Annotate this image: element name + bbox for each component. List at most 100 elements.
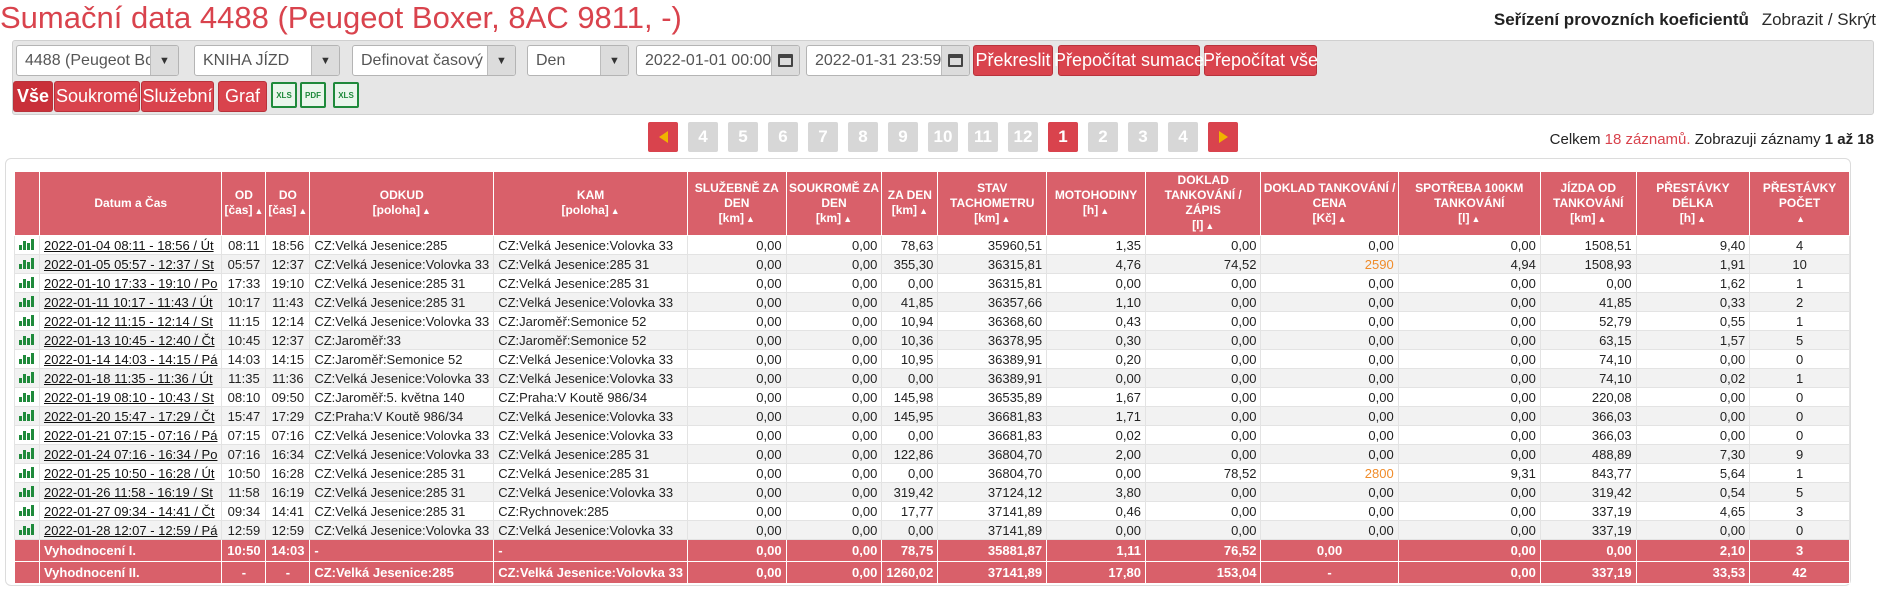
sort-icon[interactable]: ▲ <box>1205 221 1214 231</box>
sort-icon[interactable]: ▲ <box>1471 214 1480 224</box>
date-link[interactable]: 2022-01-05 05:57 - 12:37 / St <box>38 254 223 274</box>
sort-icon[interactable]: ▲ <box>1001 214 1010 224</box>
date-link[interactable]: 2022-01-25 10:50 - 16:28 / Út <box>38 463 223 483</box>
tab-business[interactable]: Služební <box>141 81 214 112</box>
sort-icon[interactable]: ▲ <box>298 206 307 216</box>
chart-icon[interactable] <box>14 406 40 426</box>
date-link[interactable]: 2022-01-20 15:47 - 17:29 / Čt <box>38 406 223 426</box>
date-from-input[interactable]: 2022-01-01 00:00:00 <box>636 45 800 76</box>
page-button[interactable]: 5 <box>728 122 758 152</box>
column-header[interactable]: MOTOHODINY [h] ▲ <box>1046 171 1146 236</box>
chart-icon[interactable] <box>14 387 40 407</box>
chart-icon[interactable] <box>14 330 40 350</box>
sort-icon[interactable]: ▲ <box>746 214 755 224</box>
date-link[interactable]: 2022-01-18 11:35 - 11:36 / Út <box>38 368 223 388</box>
sort-icon[interactable]: ▲ <box>1697 214 1706 224</box>
calendar-icon[interactable] <box>941 46 969 75</box>
book-select[interactable]: KNIHA JÍZD ▼ <box>194 45 340 76</box>
xls-export-icon[interactable]: XLS <box>333 82 359 108</box>
chart-icon[interactable] <box>14 311 40 331</box>
page-button[interactable]: 7 <box>808 122 838 152</box>
coefficients-toggle-link[interactable]: Zobrazit / Skrýt <box>1762 10 1876 29</box>
chart-icon[interactable] <box>14 292 40 312</box>
table-cell: 1,57 <box>1635 330 1751 350</box>
date-to-input[interactable]: 2022-01-31 23:59:59 <box>806 45 970 76</box>
date-link[interactable]: 2022-01-04 08:11 - 18:56 / Út <box>38 235 223 255</box>
sort-icon[interactable]: ▲ <box>1796 214 1805 224</box>
column-header[interactable]: KAM [poloha] ▲ <box>493 171 688 236</box>
excel-export-icon[interactable]: XLS <box>271 82 297 108</box>
chart-icon[interactable] <box>14 273 40 293</box>
column-header[interactable]: ZA DEN [km] ▲ <box>881 171 939 236</box>
column-header[interactable]: PŘESTÁVKY DÉLKA [h] ▲ <box>1635 171 1751 236</box>
bar-chart-icon-bar <box>31 523 34 535</box>
date-link[interactable]: 2022-01-11 10:17 - 11:43 / Út <box>38 292 223 312</box>
recalc-all-button[interactable]: Přepočítat vše <box>1203 45 1318 76</box>
chart-icon[interactable] <box>14 235 40 255</box>
tab-all[interactable]: Vše <box>13 81 53 112</box>
sort-icon[interactable]: ▲ <box>1338 214 1347 224</box>
current-page-button[interactable]: 1 <box>1048 122 1078 152</box>
page-button[interactable]: 2 <box>1088 122 1118 152</box>
chart-icon[interactable] <box>14 444 40 464</box>
date-link[interactable]: 2022-01-12 11:15 - 12:14 / St <box>38 311 223 331</box>
column-header[interactable]: DOKLAD TANKOVÁNÍ / ZÁPIS [l] ▲ <box>1144 171 1262 236</box>
column-header[interactable]: SPOTŘEBA 100KM TANKOVÁNÍ [l] ▲ <box>1397 171 1541 236</box>
sort-icon[interactable]: ▲ <box>1597 214 1606 224</box>
tab-graph[interactable]: Graf <box>218 81 267 112</box>
sort-icon[interactable]: ▲ <box>611 206 620 216</box>
column-header[interactable]: Datum a Čas <box>38 171 223 236</box>
chart-icon[interactable] <box>14 425 40 445</box>
page-button[interactable]: 4 <box>688 122 718 152</box>
page-button[interactable]: 6 <box>768 122 798 152</box>
date-link[interactable]: 2022-01-19 08:10 - 10:43 / St <box>38 387 223 407</box>
page-button[interactable]: 12 <box>1008 122 1038 152</box>
column-header[interactable]: ODKUD [poloha] ▲ <box>309 171 495 236</box>
sort-icon[interactable]: ▲ <box>254 206 263 216</box>
granularity-select[interactable]: Den ▼ <box>527 45 629 76</box>
page-button[interactable]: 10 <box>928 122 958 152</box>
sort-icon[interactable]: ▲ <box>843 214 852 224</box>
date-link[interactable]: 2022-01-14 14:03 - 14:15 / Pá <box>38 349 223 369</box>
page-button[interactable]: 4 <box>1168 122 1198 152</box>
chart-icon[interactable] <box>14 482 40 502</box>
page-button[interactable]: 9 <box>888 122 918 152</box>
chart-icon[interactable] <box>14 463 40 483</box>
page-button[interactable]: 3 <box>1128 122 1158 152</box>
sort-icon[interactable]: ▲ <box>1100 206 1109 216</box>
page-button[interactable]: 11 <box>968 122 998 152</box>
pdf-export-icon[interactable]: PDF <box>300 82 326 108</box>
column-header[interactable]: DO [čas] ▲ <box>265 171 311 236</box>
range-type-select[interactable]: Definovat časový ro... ▼ <box>352 45 516 76</box>
date-link[interactable]: 2022-01-21 07:15 - 07:16 / Pá <box>38 425 223 445</box>
page-button[interactable]: 8 <box>848 122 878 152</box>
date-link[interactable]: 2022-01-28 12:07 - 12:59 / Pá <box>38 520 223 540</box>
chart-icon[interactable] <box>14 254 40 274</box>
vehicle-select[interactable]: 4488 (Peugeot Bo... ▼ <box>16 45 179 76</box>
date-link[interactable]: 2022-01-27 09:34 - 14:41 / Čt <box>38 501 223 521</box>
prev-page-button[interactable] <box>648 122 678 152</box>
tab-private[interactable]: Soukromé <box>54 81 140 112</box>
redraw-button[interactable]: Překreslit <box>973 45 1053 76</box>
date-link[interactable]: 2022-01-10 17:33 - 19:10 / Po <box>38 273 223 293</box>
column-header[interactable]: PŘESTÁVKY POČET ▲ <box>1749 171 1850 236</box>
column-header[interactable]: DOKLAD TANKOVÁNÍ / CENA [Kč] ▲ <box>1260 171 1399 236</box>
column-header[interactable]: OD [čas] ▲ <box>221 171 267 236</box>
next-page-button[interactable] <box>1208 122 1238 152</box>
chart-icon[interactable] <box>14 368 40 388</box>
chart-icon[interactable] <box>14 520 40 540</box>
column-header[interactable]: SOUKROMĚ ZA DEN [km] ▲ <box>785 171 883 236</box>
chart-icon[interactable] <box>14 501 40 521</box>
sort-icon[interactable]: ▲ <box>422 206 431 216</box>
recalc-sums-button[interactable]: Přepočítat sumace <box>1054 45 1204 76</box>
calendar-icon[interactable] <box>771 46 799 75</box>
sort-icon[interactable]: ▲ <box>919 206 928 216</box>
column-header[interactable]: SLUŽEBNĚ ZA DEN [km] ▲ <box>686 171 787 236</box>
date-link[interactable]: 2022-01-13 10:45 - 12:40 / Čt <box>38 330 223 350</box>
column-header[interactable]: STAV TACHOMETRU [km] ▲ <box>937 171 1048 236</box>
table-cell: 9,40 <box>1635 235 1751 255</box>
date-link[interactable]: 2022-01-24 07:16 - 16:34 / Po <box>38 444 223 464</box>
chart-icon[interactable] <box>14 349 40 369</box>
date-link[interactable]: 2022-01-26 11:58 - 16:19 / St <box>38 482 223 502</box>
column-header[interactable]: JÍZDA OD TANKOVÁNÍ [km] ▲ <box>1539 171 1637 236</box>
